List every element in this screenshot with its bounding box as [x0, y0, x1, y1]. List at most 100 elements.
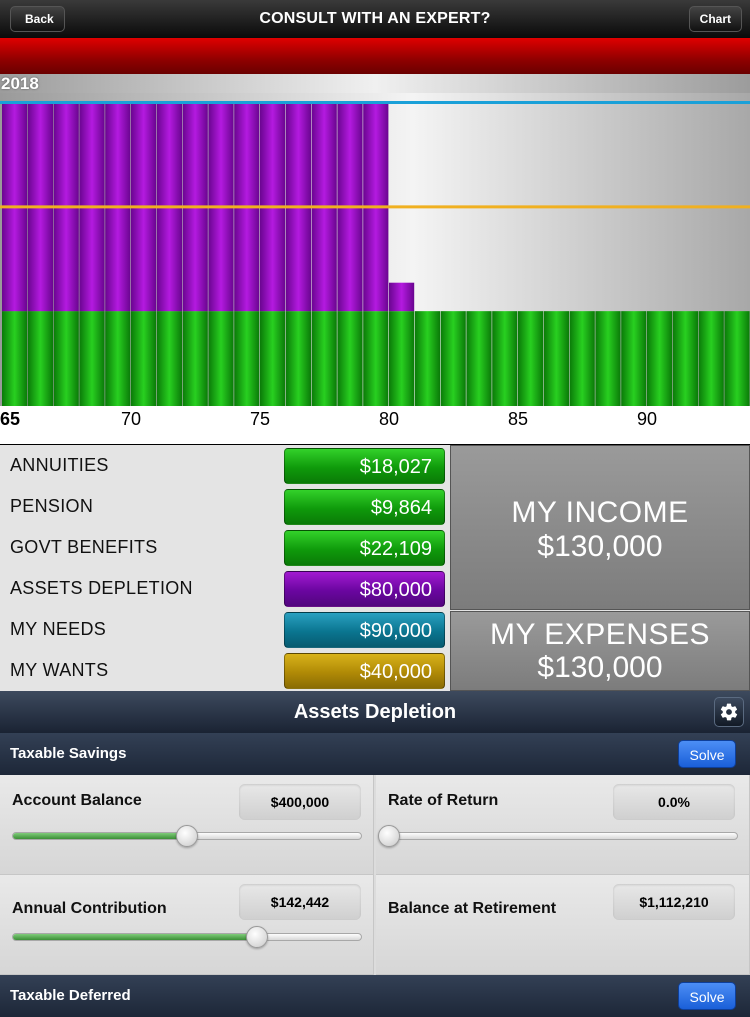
guaranteed-income-bar: [53, 311, 79, 406]
guaranteed-income-bar: [492, 311, 518, 406]
taxable-savings-title: Taxable Savings: [10, 745, 127, 762]
annual-contribution-value[interactable]: $142,442: [239, 884, 361, 920]
guaranteed-income-bar: [131, 311, 157, 406]
guaranteed-income-bar: [698, 311, 724, 406]
guaranteed-income-bar: [2, 311, 28, 406]
x-tick-label: 80: [379, 409, 399, 429]
my-income-label: MY INCOME: [511, 496, 689, 529]
nav-bar: CONSULT WITH AN EXPERT? Back Chart: [0, 0, 750, 38]
balance-at-retirement-cell: Balance at Retirement $1,112,210: [376, 875, 750, 975]
my-expenses-label: MY EXPENSES: [489, 618, 711, 651]
deferred-solve-button[interactable]: Solve: [678, 982, 736, 1010]
guaranteed-income-bar: [105, 311, 131, 406]
rate-of-return-label: Rate of Return: [388, 792, 499, 809]
assets-depletion-value-button[interactable]: $80,000: [284, 571, 445, 607]
annual-contribution-slider[interactable]: [12, 926, 362, 948]
summary-row-my-needs: MY NEEDS $90,000: [0, 609, 450, 650]
my-needs-value-button[interactable]: $90,000: [284, 612, 445, 648]
guaranteed-income-bar: [621, 311, 647, 406]
guaranteed-income-bar: [389, 311, 415, 406]
account-balance-value[interactable]: $400,000: [239, 784, 361, 820]
chart-year-label: 2018: [1, 74, 39, 93]
chart-button[interactable]: Chart: [688, 6, 742, 32]
guaranteed-income-bar: [569, 311, 595, 406]
summary-row-assets-depletion: ASSETS DEPLETION $80,000: [0, 568, 450, 609]
govt-benefits-label: GOVT BENEFITS: [10, 537, 158, 557]
x-tick-label: 70: [121, 409, 141, 429]
page-title: CONSULT WITH AN EXPERT?: [259, 10, 491, 27]
taxable-deferred-title: Taxable Deferred: [10, 987, 131, 1004]
assets-depletion-label: ASSETS DEPLETION: [10, 578, 193, 598]
guaranteed-income-bar: [182, 311, 208, 406]
guaranteed-income-bar: [234, 311, 260, 406]
annuities-label: ANNUITIES: [10, 455, 109, 475]
x-tick-label: 90: [637, 409, 657, 429]
account-balance-cell: Account Balance $400,000: [0, 775, 374, 875]
annual-contribution-label: Annual Contribution: [12, 900, 167, 917]
taxable-deferred-bar: Taxable Deferred Solve: [0, 975, 750, 1017]
guaranteed-income-bar: [414, 311, 440, 406]
assets-depletion-bar: [389, 282, 415, 312]
summary-row-annuities: ANNUITIES $18,027: [0, 445, 450, 486]
guaranteed-income-bar: [79, 311, 105, 406]
income-chart: 2018 65 70 75 80 85 90: [0, 74, 750, 444]
my-income-box: MY INCOME $130,000: [450, 445, 750, 610]
slider-thumb[interactable]: [378, 825, 400, 847]
my-wants-value-button[interactable]: $40,000: [284, 653, 445, 689]
assets-depletion-header: Assets Depletion: [0, 691, 750, 733]
my-expenses-value: $130,000: [537, 651, 663, 684]
rate-of-return-value[interactable]: 0.0%: [613, 784, 735, 820]
rate-of-return-slider[interactable]: [378, 825, 738, 847]
guaranteed-income-bar: [724, 311, 750, 406]
my-expenses-box: MY EXPENSES $130,000: [450, 611, 750, 691]
solve-button[interactable]: Solve: [678, 740, 736, 768]
panel-title: Assets Depletion: [293, 701, 457, 723]
guaranteed-income-bar: [466, 311, 492, 406]
account-balance-slider[interactable]: [12, 825, 362, 847]
x-tick-label: 85: [508, 409, 528, 429]
account-balance-label: Account Balance: [12, 792, 142, 809]
pension-value-button[interactable]: $9,864: [284, 489, 445, 525]
x-tick-label: 65: [0, 409, 20, 429]
summary-row-govt-benefits: GOVT BENEFITS $22,109: [0, 527, 450, 568]
slider-fill: [13, 934, 257, 940]
annual-contribution-cell: Annual Contribution $142,442: [0, 875, 374, 975]
guaranteed-income-bar: [363, 311, 389, 406]
chart-top-band: [0, 74, 750, 93]
slider-thumb[interactable]: [245, 926, 268, 948]
back-button[interactable]: Back: [10, 6, 65, 32]
rate-of-return-cell: Rate of Return 0.0%: [376, 775, 750, 875]
guaranteed-income-bar: [543, 311, 569, 406]
summary-row-my-wants: MY WANTS $40,000: [0, 650, 450, 691]
my-income-value: $130,000: [537, 530, 663, 563]
guaranteed-income-bar: [672, 311, 698, 406]
guaranteed-income-bar: [337, 311, 363, 406]
guaranteed-income-bar: [518, 311, 544, 406]
guaranteed-income-bar: [208, 311, 234, 406]
x-tick-label: 75: [250, 409, 270, 429]
guaranteed-income-bar: [156, 311, 182, 406]
guaranteed-income-bar: [285, 311, 311, 406]
settings-button[interactable]: [714, 697, 744, 727]
balance-at-retirement-value: $1,112,210: [613, 884, 735, 920]
summary-row-pension: PENSION $9,864: [0, 486, 450, 527]
govt-benefits-value-button[interactable]: $22,109: [284, 530, 445, 566]
income-summary: ANNUITIES $18,027 PENSION $9,864 GOVT BE…: [0, 445, 750, 691]
balance-at-retirement-label: Balance at Retirement: [388, 900, 557, 917]
slider-fill: [13, 833, 187, 839]
annuities-value-button[interactable]: $18,027: [284, 448, 445, 484]
gear-icon: [720, 703, 738, 721]
guaranteed-income-bar: [440, 311, 466, 406]
my-wants-label: MY WANTS: [10, 660, 109, 680]
slider-thumb[interactable]: [176, 825, 198, 847]
taxable-savings-bar: Taxable Savings Solve: [0, 733, 750, 775]
my-needs-label: MY NEEDS: [10, 619, 107, 639]
header-band: [0, 38, 750, 74]
pension-label: PENSION: [10, 496, 94, 516]
guaranteed-income-bar: [647, 311, 673, 406]
guaranteed-income-bar: [595, 311, 621, 406]
taxable-savings-fields: Account Balance $400,000 Rate of Return …: [0, 775, 750, 975]
guaranteed-income-bar: [311, 311, 337, 406]
guaranteed-income-bar: [27, 311, 53, 406]
guaranteed-income-bar: [260, 311, 286, 406]
